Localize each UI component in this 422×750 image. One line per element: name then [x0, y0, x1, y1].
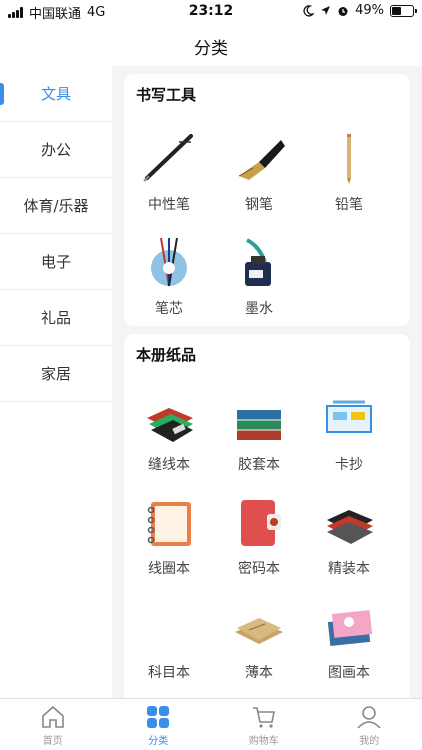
battery-icon	[390, 4, 417, 17]
home-icon	[41, 705, 64, 728]
lock-diary-icon	[241, 500, 281, 546]
thin-notebook-icon	[235, 618, 283, 644]
category-gel-pen[interactable]: 中性笔	[124, 128, 214, 214]
bottom-tab-bar: 首页 分类 购物车 我的	[0, 698, 422, 750]
cart-icon	[252, 707, 275, 728]
category-ink[interactable]: 墨水	[214, 232, 304, 318]
sidebar-item-gifts[interactable]: 礼品	[0, 290, 112, 346]
nav-bar: 分类	[0, 22, 422, 66]
tab-profile[interactable]: 我的	[317, 699, 422, 750]
fountain-pen-icon	[238, 140, 285, 180]
sidebar-item-electronics[interactable]: 电子	[0, 234, 112, 290]
page-title: 分类	[194, 39, 228, 59]
category-glued-notebook[interactable]: 胶套本	[214, 388, 304, 474]
tab-category[interactable]: 分类	[106, 699, 212, 750]
alarm-icon	[338, 6, 348, 16]
category-sidebar: 文具 办公 体育/乐器 电子 礼品 家居	[0, 66, 112, 698]
tab-cart[interactable]: 购物车	[211, 699, 317, 750]
battery-percent: 49%	[355, 3, 384, 18]
gel-pen-icon	[143, 134, 193, 182]
drawing-book-icon	[327, 610, 373, 647]
sidebar-item-sports-music[interactable]: 体育/乐器	[0, 178, 112, 234]
category-subject-notebook[interactable]: 科目本	[124, 596, 214, 682]
sidebar-item-office[interactable]: 办公	[0, 122, 112, 178]
moon-icon	[303, 4, 315, 17]
location-icon	[321, 6, 331, 15]
sewn-notebook-icon	[147, 408, 193, 442]
sidebar-item-stationery[interactable]: 文具	[0, 66, 112, 122]
category-card-stand[interactable]: 卡抄	[304, 388, 394, 474]
category-hardcover[interactable]: 精装本	[304, 492, 394, 578]
category-drawing-book[interactable]: 图画本	[304, 596, 394, 682]
category-pencil[interactable]: 铅笔	[304, 128, 394, 214]
status-bar: 中国联通 4G 23:12 49%	[0, 0, 422, 22]
category-grid-icon	[147, 706, 170, 728]
tab-home[interactable]: 首页	[0, 699, 106, 750]
section-title: 书写工具	[136, 86, 197, 104]
ink-bottle-icon	[245, 238, 271, 286]
sidebar-item-home[interactable]: 家居	[0, 346, 112, 402]
section-title: 本册纸品	[136, 346, 197, 364]
category-spiral-notebook[interactable]: 线圈本	[124, 492, 214, 578]
card-stand-icon	[326, 400, 372, 433]
category-content: 书写工具 中性笔 钢笔 铅笔 笔芯 墨水 本册纸品 缝线本 胶套本 卡抄 线圈本…	[112, 66, 422, 698]
hardcover-book-icon	[327, 510, 373, 544]
subject-notebook-icon	[139, 596, 199, 656]
glued-notebook-icon	[237, 410, 281, 440]
category-pen-refill[interactable]: 笔芯	[124, 232, 214, 318]
user-icon	[357, 706, 381, 729]
pencil-icon	[347, 134, 351, 184]
spiral-notebook-icon	[147, 502, 191, 546]
category-lock-diary[interactable]: 密码本	[214, 492, 304, 578]
pen-refill-icon	[151, 237, 187, 287]
section-writing-tools: 书写工具 中性笔 钢笔 铅笔 笔芯 墨水	[124, 74, 410, 326]
category-fountain-pen[interactable]: 钢笔	[214, 128, 304, 214]
category-sewn-notebook[interactable]: 缝线本	[124, 388, 214, 474]
category-thin-notebook[interactable]: 薄本	[214, 596, 304, 682]
section-notebooks: 本册纸品 缝线本 胶套本 卡抄 线圈本 密码本 精装本 科目本 薄本 图画本	[124, 334, 410, 698]
